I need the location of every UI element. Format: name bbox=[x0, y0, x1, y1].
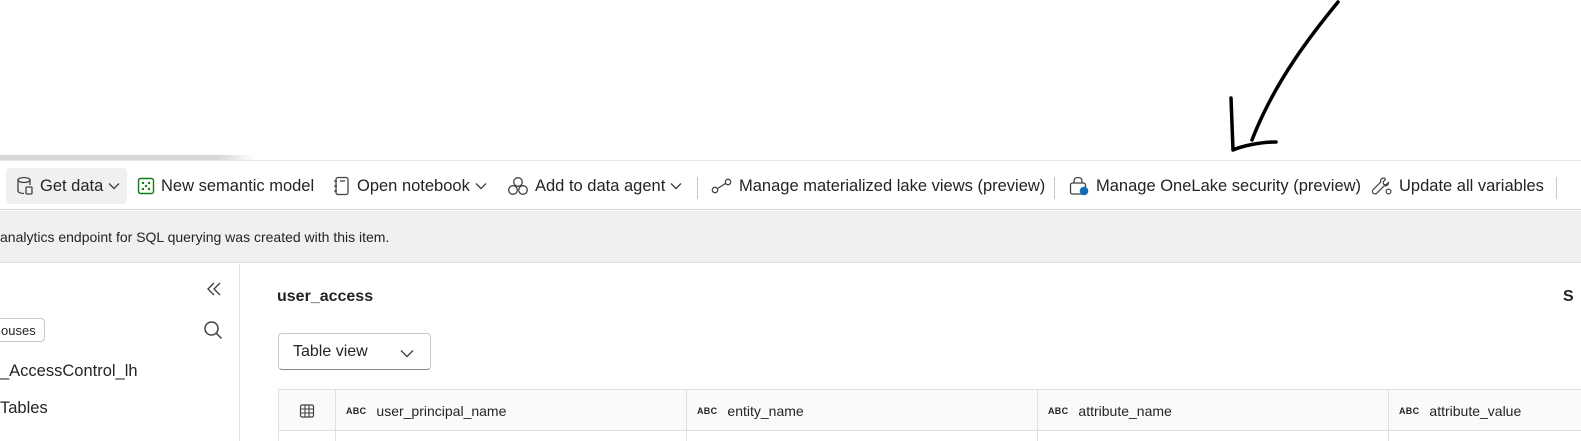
string-type-icon: ABC bbox=[1399, 405, 1420, 416]
chevron-down-icon bbox=[670, 182, 682, 190]
notebook-icon bbox=[333, 176, 351, 196]
column-header-entity-name[interactable]: ABC entity_name bbox=[686, 390, 1037, 431]
new-semantic-model-button[interactable]: New semantic model bbox=[137, 168, 314, 204]
add-to-data-agent-label: Add to data agent bbox=[535, 176, 666, 195]
explorer-pane: ouses _AccessControl_lh Tables bbox=[0, 264, 240, 441]
manage-materialized-lake-views-button[interactable]: Manage materialized lake views (preview) bbox=[711, 168, 1045, 204]
new-semantic-model-label: New semantic model bbox=[161, 176, 315, 195]
string-type-icon: ABC bbox=[346, 405, 367, 416]
open-notebook-button[interactable]: Open notebook bbox=[333, 168, 487, 204]
manage-onelake-security-button[interactable]: Manage OneLake security (preview) bbox=[1068, 168, 1361, 204]
toolbar-divider bbox=[697, 177, 698, 199]
cell-divider bbox=[1388, 431, 1389, 441]
double-chevron-left-icon bbox=[207, 282, 221, 296]
search-icon bbox=[204, 321, 223, 340]
get-data-label: Get data bbox=[40, 176, 104, 195]
ribbon-toolbar: Get data New semantic model Open noteboo… bbox=[0, 160, 1581, 210]
toolbar-divider bbox=[1054, 177, 1055, 199]
manage-materialized-lake-views-label: Manage materialized lake views (preview) bbox=[739, 176, 1046, 195]
table-title: user_access bbox=[277, 288, 374, 305]
grid-header-row: ABC user_principal_name ABC entity_name … bbox=[278, 389, 1581, 431]
chevron-down-icon bbox=[108, 182, 120, 190]
cell-divider bbox=[335, 431, 336, 441]
data-agent-icon bbox=[507, 176, 529, 196]
tree-item-lakehouse[interactable]: _AccessControl_lh bbox=[0, 362, 138, 381]
string-type-icon: ABC bbox=[1048, 405, 1069, 416]
truncated-header-text: S bbox=[1563, 288, 1574, 305]
column-header-attribute-value[interactable]: ABC attribute_value bbox=[1388, 390, 1581, 431]
manage-onelake-security-label: Manage OneLake security (preview) bbox=[1096, 176, 1362, 195]
get-data-button[interactable]: Get data bbox=[6, 168, 127, 204]
security-lock-icon bbox=[1068, 176, 1090, 196]
filter-chip[interactable]: ouses bbox=[0, 318, 45, 342]
toolbar-divider bbox=[1556, 177, 1557, 199]
cell-divider bbox=[686, 431, 687, 441]
lineage-icon bbox=[711, 177, 733, 195]
view-selector-dropdown[interactable]: Table view bbox=[278, 333, 431, 370]
search-button[interactable] bbox=[201, 318, 225, 342]
tree-item-tables[interactable]: Tables bbox=[0, 399, 48, 418]
collapse-pane-button[interactable] bbox=[203, 278, 225, 300]
column-name: attribute_value bbox=[1429, 402, 1522, 419]
semantic-model-icon bbox=[137, 177, 155, 195]
column-name: attribute_name bbox=[1078, 402, 1172, 419]
add-to-data-agent-button[interactable]: Add to data agent bbox=[507, 168, 682, 204]
annotation-arrow-icon bbox=[1229, 0, 1340, 152]
chevron-down-icon bbox=[475, 182, 487, 190]
update-all-variables-label: Update all variables bbox=[1399, 176, 1544, 195]
table-row bbox=[278, 431, 1581, 441]
column-header-user-principal-name[interactable]: ABC user_principal_name bbox=[335, 390, 686, 431]
column-name: user_principal_name bbox=[376, 402, 507, 419]
cell-divider bbox=[1037, 431, 1038, 441]
open-notebook-label: Open notebook bbox=[357, 176, 470, 195]
chevron-down-icon bbox=[400, 345, 414, 363]
column-name: entity_name bbox=[727, 402, 804, 419]
table-grid-icon bbox=[299, 403, 315, 418]
column-header-attribute-name[interactable]: ABC attribute_name bbox=[1037, 390, 1388, 431]
view-selector-value: Table view bbox=[293, 342, 368, 360]
wrench-icon bbox=[1371, 176, 1393, 196]
update-all-variables-button[interactable]: Update all variables bbox=[1371, 168, 1544, 204]
string-type-icon: ABC bbox=[697, 405, 718, 416]
database-icon bbox=[16, 176, 34, 196]
info-message-bar: analytics endpoint for SQL querying was … bbox=[0, 211, 1581, 263]
grid-select-all[interactable] bbox=[278, 390, 335, 431]
data-grid: ABC user_principal_name ABC entity_name … bbox=[278, 389, 1581, 441]
info-message-text: analytics endpoint for SQL querying was … bbox=[0, 229, 390, 245]
